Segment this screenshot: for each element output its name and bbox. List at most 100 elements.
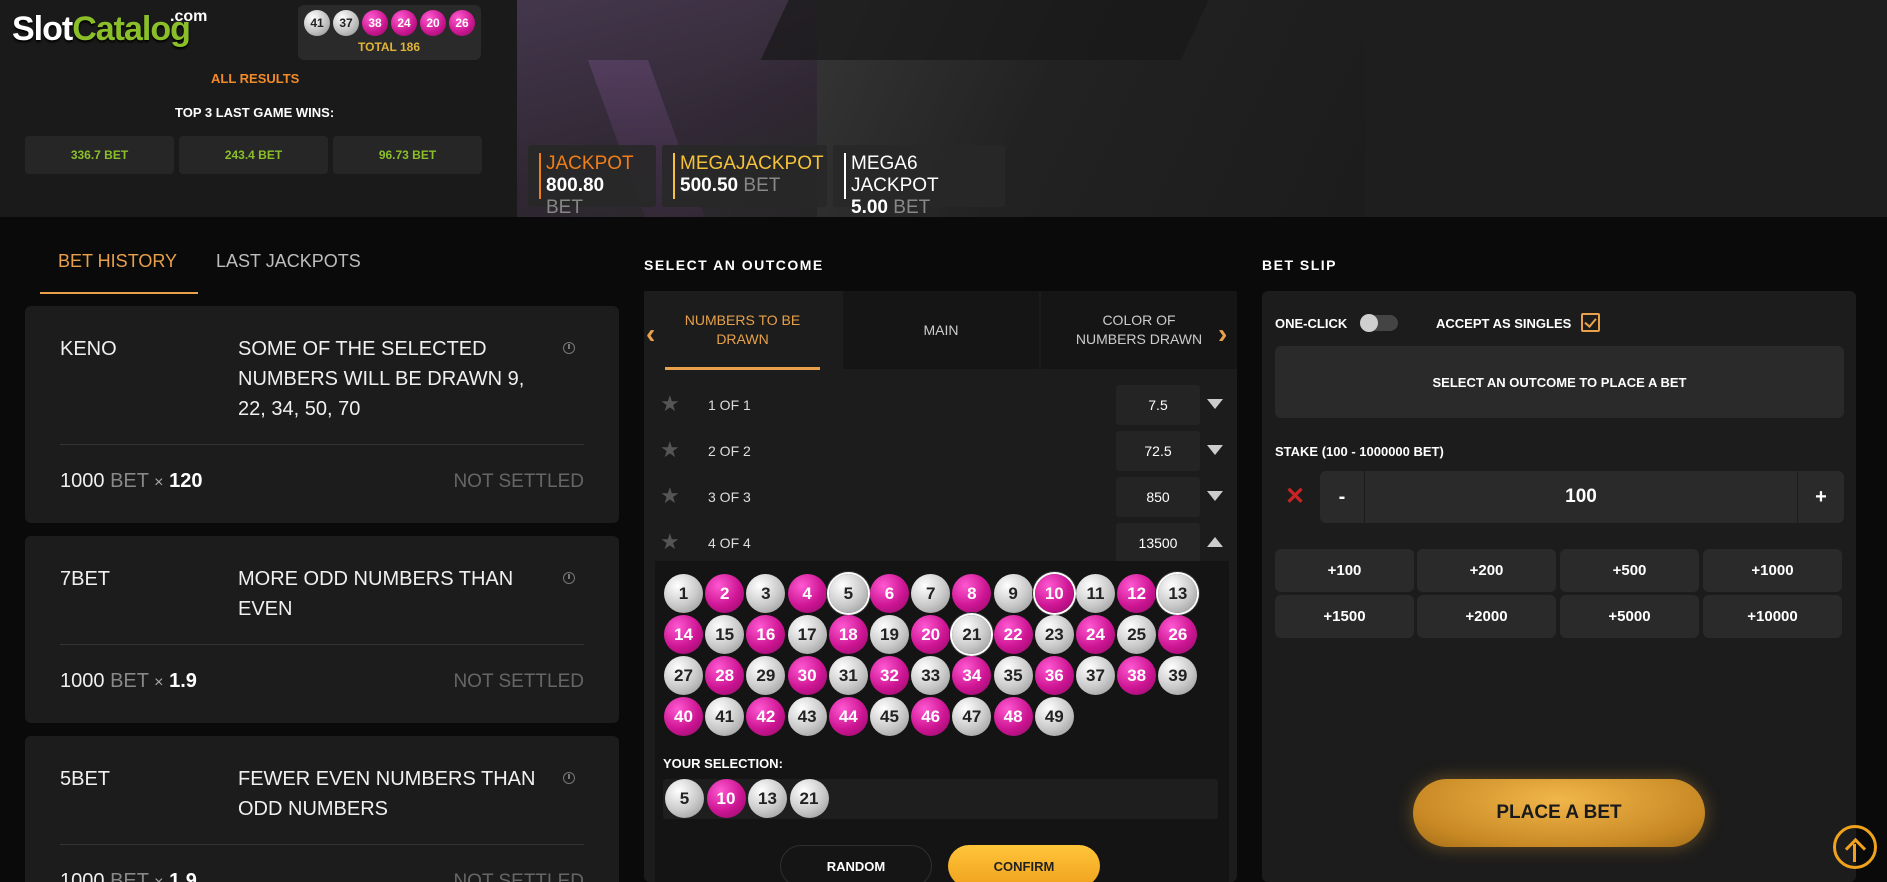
- outcome-row[interactable]: ★ 4 OF 4 13500: [660, 521, 1225, 565]
- tab-main[interactable]: MAIN: [843, 291, 1039, 369]
- number-ball[interactable]: 28: [705, 656, 745, 695]
- one-click-toggle[interactable]: [1360, 314, 1398, 332]
- stake-decrease-button[interactable]: -: [1320, 471, 1364, 523]
- stake-label: STAKE (100 - 1000000 BET): [1275, 444, 1444, 459]
- number-ball[interactable]: 25: [1117, 615, 1157, 654]
- tab-bet-history[interactable]: BET HISTORY: [58, 251, 177, 272]
- stake-increase-button[interactable]: +: [1798, 471, 1844, 523]
- caret-down-icon[interactable]: [1207, 491, 1223, 501]
- number-ball[interactable]: 40: [664, 697, 703, 736]
- number-ball[interactable]: 4: [787, 574, 827, 613]
- jackpot-bar: JACKPOT 800.80 BET MEGAJACKPOT 500.50 BE…: [528, 145, 1005, 218]
- caret-up-icon[interactable]: [1207, 537, 1223, 547]
- number-ball[interactable]: 18: [828, 615, 868, 654]
- number-ball[interactable]: 36: [1034, 656, 1074, 695]
- outcome-row[interactable]: ★ 1 OF 1 7.5: [660, 383, 1225, 427]
- number-ball[interactable]: 31: [828, 656, 868, 695]
- bet-card: 7BET MORE ODD NUMBERS THAN EVEN 1000 BET…: [25, 536, 619, 723]
- number-ball[interactable]: 37: [1076, 656, 1115, 695]
- place-bet-button[interactable]: PLACE A BET: [1413, 779, 1705, 847]
- last-drawn-ball: 24: [391, 10, 417, 36]
- accept-singles-checkbox[interactable]: [1581, 313, 1600, 332]
- quick-add-button[interactable]: +10000: [1703, 595, 1842, 638]
- caret-down-icon[interactable]: [1207, 445, 1223, 455]
- number-ball[interactable]: 12: [1117, 574, 1157, 613]
- stake-input[interactable]: 100: [1364, 471, 1798, 523]
- outcome-odds[interactable]: 72.5: [1116, 431, 1200, 471]
- number-ball[interactable]: 14: [664, 615, 703, 654]
- toggle-knob: [1360, 314, 1378, 332]
- quick-add-button[interactable]: +2000: [1417, 595, 1556, 638]
- number-ball[interactable]: 23: [1034, 615, 1074, 654]
- number-ball[interactable]: 10: [1034, 574, 1074, 613]
- number-ball[interactable]: 38: [1117, 656, 1157, 695]
- number-ball[interactable]: 35: [993, 656, 1033, 695]
- number-ball[interactable]: 24: [1076, 615, 1115, 654]
- outcome-odds[interactable]: 13500: [1116, 523, 1200, 563]
- selected-ball[interactable]: 5: [665, 779, 704, 818]
- number-ball[interactable]: 33: [911, 656, 951, 695]
- number-ball[interactable]: 49: [1034, 697, 1074, 736]
- quick-add-button[interactable]: +200: [1417, 549, 1556, 592]
- number-ball[interactable]: 17: [787, 615, 827, 654]
- tab-numbers-to-be-drawn[interactable]: NUMBERS TO BE DRAWN: [644, 291, 841, 369]
- quick-add-button[interactable]: +1500: [1275, 595, 1414, 638]
- quick-add-button[interactable]: +1000: [1703, 549, 1842, 592]
- number-ball[interactable]: 32: [870, 656, 909, 695]
- number-ball[interactable]: 15: [705, 615, 745, 654]
- caret-down-icon[interactable]: [1207, 399, 1223, 409]
- outcome-odds[interactable]: 7.5: [1116, 385, 1200, 425]
- tab-last-jackpots[interactable]: LAST JACKPOTS: [216, 251, 361, 272]
- number-ball[interactable]: 44: [828, 697, 868, 736]
- tab-color-of-numbers[interactable]: COLOR OF NUMBERS DRAWN: [1041, 291, 1237, 369]
- number-ball[interactable]: 20: [911, 615, 951, 654]
- bet-stake: 1000 BET × 1.9: [60, 870, 197, 882]
- number-ball[interactable]: 41: [705, 697, 745, 736]
- tab-label: COLOR OF NUMBERS DRAWN: [1075, 312, 1203, 347]
- number-ball[interactable]: 46: [911, 697, 951, 736]
- number-ball[interactable]: 1: [664, 574, 703, 613]
- number-ball[interactable]: 6: [870, 574, 909, 613]
- number-ball[interactable]: 19: [870, 615, 909, 654]
- star-icon[interactable]: ★: [660, 529, 680, 555]
- number-ball[interactable]: 30: [787, 656, 827, 695]
- accept-singles-label: ACCEPT AS SINGLES: [1436, 316, 1572, 331]
- chevron-left-icon[interactable]: ‹: [646, 318, 655, 350]
- outcome-label: 1 OF 1: [708, 397, 751, 413]
- number-ball[interactable]: 2: [705, 574, 745, 613]
- quick-add-button[interactable]: +5000: [1560, 595, 1699, 638]
- selected-ball[interactable]: 13: [748, 779, 787, 818]
- top-win-3: 96.73 BET: [333, 136, 482, 174]
- quick-add-button[interactable]: +100: [1275, 549, 1414, 592]
- outcome-odds[interactable]: 850: [1116, 477, 1200, 517]
- last-drawn-ball: 20: [420, 10, 446, 36]
- star-icon[interactable]: ★: [660, 483, 680, 509]
- last-drawn-ball: 26: [449, 10, 475, 36]
- number-ball[interactable]: 7: [911, 574, 951, 613]
- last-drawn-balls: 41 37 38 24 20 26: [304, 10, 475, 36]
- number-ball[interactable]: 27: [664, 656, 703, 695]
- clear-icon[interactable]: ✕: [1285, 482, 1305, 511]
- star-icon[interactable]: ★: [660, 391, 680, 417]
- star-icon[interactable]: ★: [660, 437, 680, 463]
- number-ball[interactable]: 9: [993, 574, 1033, 613]
- number-ball[interactable]: 45: [870, 697, 909, 736]
- outcome-row[interactable]: ★ 2 OF 2 72.5: [660, 429, 1225, 473]
- top3-title: TOP 3 LAST GAME WINS:: [175, 105, 335, 120]
- bet-stake: 1000 BET × 1.9: [60, 670, 197, 692]
- selection-bar: [663, 779, 1218, 819]
- quick-add-button[interactable]: +500: [1560, 549, 1699, 592]
- number-ball[interactable]: 11: [1076, 574, 1115, 613]
- all-results-link[interactable]: ALL RESULTS: [211, 71, 299, 86]
- outcome-row[interactable]: ★ 3 OF 3 850: [660, 475, 1225, 519]
- selected-ball[interactable]: 10: [706, 779, 746, 818]
- selected-ball[interactable]: 21: [789, 779, 829, 818]
- number-ball[interactable]: 5: [828, 574, 868, 613]
- number-ball[interactable]: 22: [993, 615, 1033, 654]
- confirm-button[interactable]: CONFIRM: [948, 845, 1100, 882]
- scroll-to-top-icon[interactable]: [1833, 825, 1877, 869]
- number-ball[interactable]: 43: [787, 697, 827, 736]
- number-ball[interactable]: 48: [993, 697, 1033, 736]
- chevron-right-icon[interactable]: ›: [1218, 318, 1227, 350]
- random-button[interactable]: RANDOM: [780, 845, 932, 882]
